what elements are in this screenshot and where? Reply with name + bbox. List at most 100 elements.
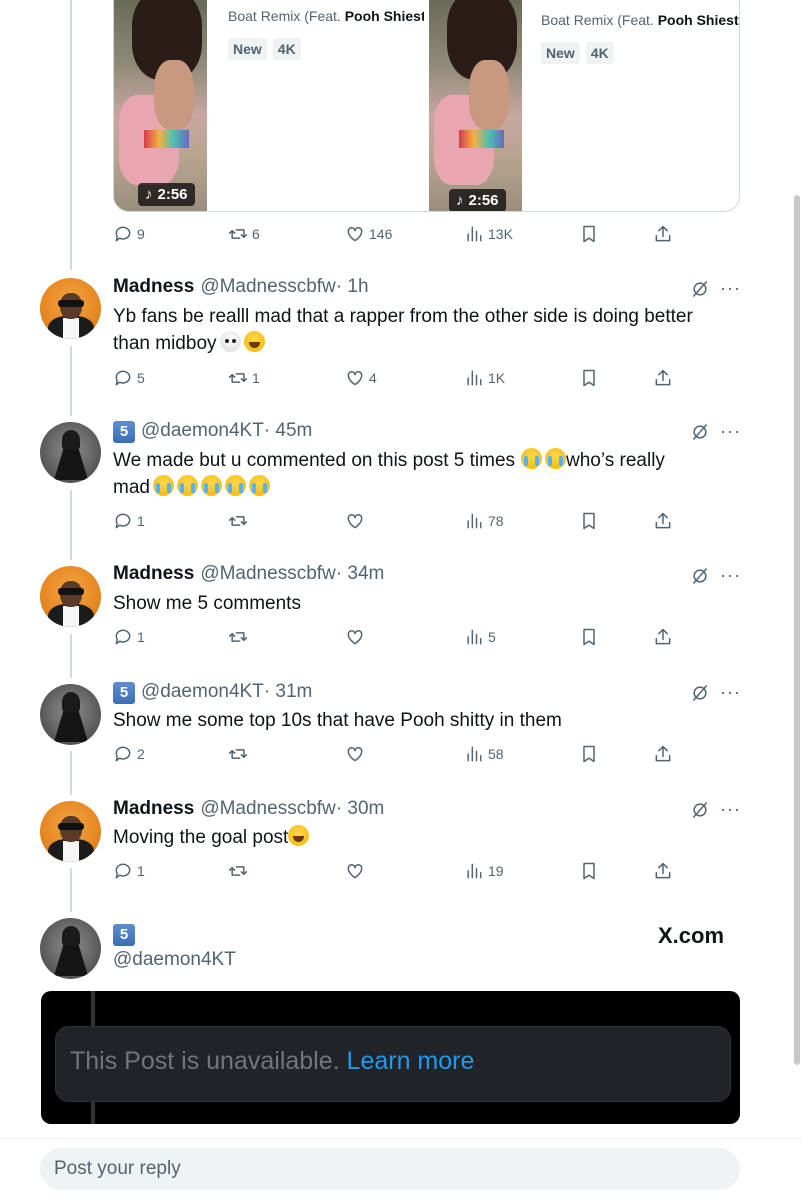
bookmark-button[interactable] <box>579 624 599 650</box>
bookmark-button[interactable] <box>579 365 599 391</box>
bookmark-button[interactable] <box>579 221 599 247</box>
grok-button[interactable] <box>690 422 712 444</box>
avatar[interactable] <box>40 918 101 979</box>
avatar[interactable] <box>40 684 101 745</box>
thread-line <box>70 490 72 560</box>
grok-button[interactable] <box>690 683 712 705</box>
display-name[interactable]: 5 <box>113 924 135 946</box>
reply-button[interactable]: 1 <box>113 858 145 884</box>
reply-button[interactable]: 1 <box>113 508 145 534</box>
reply-button[interactable]: 1 <box>113 624 145 650</box>
bookmark-icon <box>583 745 595 763</box>
like-button[interactable] <box>345 508 365 534</box>
display-name[interactable]: 5 <box>113 682 135 704</box>
views-button[interactable]: 13K <box>464 221 513 247</box>
bookmark-button[interactable] <box>579 508 599 534</box>
bookmark-button[interactable] <box>579 741 599 767</box>
timestamp[interactable]: · 1h <box>336 276 369 298</box>
reply-button[interactable]: 2 <box>113 741 145 767</box>
views-icon <box>467 226 482 242</box>
grok-icon <box>692 685 708 701</box>
bookmark-icon <box>583 512 595 530</box>
repost-button[interactable]: 6 <box>228 221 260 247</box>
like-button[interactable] <box>345 741 365 767</box>
timestamp[interactable]: · 45m <box>264 420 313 442</box>
views-button[interactable]: 78 <box>464 508 504 534</box>
video-thumbnail[interactable] <box>114 0 207 211</box>
share-button[interactable] <box>653 365 673 391</box>
handle[interactable]: @Madnesscbfw <box>200 276 335 298</box>
reply-icon <box>115 629 131 645</box>
video-thumbnail[interactable] <box>429 0 522 211</box>
display-name[interactable]: Madness <box>113 798 194 820</box>
share-icon <box>655 225 671 242</box>
more-icon[interactable]: ··· <box>720 278 741 299</box>
timestamp[interactable]: · 30m <box>336 798 385 820</box>
display-name[interactable]: Madness <box>113 276 194 298</box>
display-name[interactable]: Madness <box>113 563 194 585</box>
reply-button[interactable]: 9 <box>113 221 145 247</box>
divider <box>0 1138 802 1139</box>
grok-icon <box>692 568 708 584</box>
share-button[interactable] <box>653 858 673 884</box>
media-card[interactable]: ♪ 2:56 Boat Remix (Feat. Pooh Shiesty Ne… <box>113 0 740 212</box>
avatar[interactable] <box>40 566 101 627</box>
like-button[interactable]: 4 <box>345 365 377 391</box>
grok-icon <box>692 424 708 440</box>
more-icon[interactable]: ··· <box>720 421 741 442</box>
media-tags: New 4K <box>541 42 614 64</box>
duration-badge: ♪ 2:56 <box>449 189 506 211</box>
handle[interactable]: @daemon4KT <box>113 949 236 971</box>
handle[interactable]: @Madnesscbfw <box>200 798 335 820</box>
handle[interactable]: @daemon4KT <box>141 681 264 703</box>
handle[interactable]: @Madnesscbfw <box>200 563 335 585</box>
reply-button[interactable]: 5 <box>113 365 145 391</box>
display-name[interactable]: 5 <box>113 421 135 443</box>
repost-button[interactable] <box>228 624 248 650</box>
like-button[interactable] <box>345 858 365 884</box>
timestamp[interactable]: · 34m <box>336 563 385 585</box>
timestamp[interactable]: · 31m <box>264 681 313 703</box>
avatar[interactable] <box>40 278 101 339</box>
media-item[interactable]: ♪ 2:56 Boat Remix (Feat. Pooh Shiesty Ne… <box>114 0 428 211</box>
repost-button[interactable] <box>228 858 248 884</box>
views-button[interactable]: 19 <box>464 858 504 884</box>
avatar[interactable] <box>40 422 101 483</box>
avatar[interactable] <box>40 801 101 862</box>
grok-button[interactable] <box>690 800 712 822</box>
like-button[interactable] <box>345 624 365 650</box>
reply-icon <box>115 863 131 879</box>
views-button[interactable]: 5 <box>464 624 496 650</box>
unavailable-message: This Post is unavailable. Learn more <box>70 1047 475 1075</box>
bookmark-icon <box>583 862 595 880</box>
bookmark-button[interactable] <box>579 858 599 884</box>
scrollbar[interactable] <box>794 195 800 1065</box>
share-button[interactable] <box>653 508 673 534</box>
grok-button[interactable] <box>690 279 712 301</box>
reply-icon <box>115 513 131 529</box>
media-item[interactable]: ♪ 2:56 Boat Remix (Feat. Pooh Shiesty Ne… <box>429 0 739 211</box>
grok-button[interactable] <box>690 566 712 588</box>
repost-button[interactable]: 1 <box>228 365 260 391</box>
reply-icon <box>115 370 131 386</box>
share-button[interactable] <box>653 221 673 247</box>
more-icon[interactable]: ··· <box>720 799 741 820</box>
bookmark-icon <box>583 628 595 646</box>
share-button[interactable] <box>653 741 673 767</box>
views-button[interactable]: 1K <box>464 365 505 391</box>
handle[interactable]: @daemon4KT <box>141 420 264 442</box>
reply-input[interactable]: Post your reply <box>40 1148 740 1190</box>
repost-button[interactable] <box>228 508 248 534</box>
learn-more-link[interactable]: Learn more <box>347 1047 475 1075</box>
more-icon[interactable]: ··· <box>720 682 741 703</box>
like-button[interactable]: 146 <box>345 221 392 247</box>
share-button[interactable] <box>653 624 673 650</box>
unavailable-post-box: This Post is unavailable. Learn more <box>55 1026 731 1102</box>
views-icon <box>467 370 482 386</box>
views-button[interactable]: 58 <box>464 741 504 767</box>
media-tags: New 4K <box>228 38 301 60</box>
repost-button[interactable] <box>228 741 248 767</box>
rofl-emoji <box>288 825 310 846</box>
thread-line <box>70 751 72 795</box>
more-icon[interactable]: ··· <box>720 565 741 586</box>
